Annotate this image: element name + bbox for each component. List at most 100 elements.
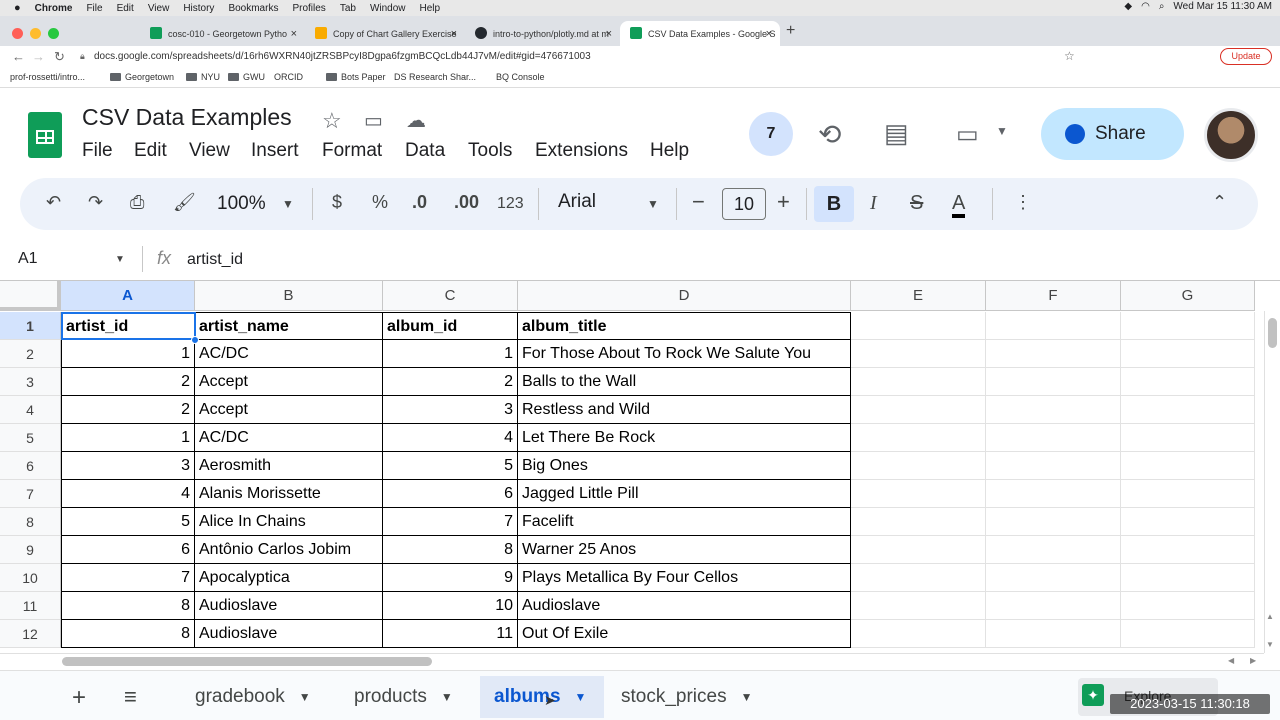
empty-cell[interactable] <box>851 564 986 592</box>
empty-cell[interactable] <box>1121 592 1255 620</box>
menu-tools[interactable]: Tools <box>468 140 512 162</box>
lock-icon[interactable]: 🔒︎ <box>80 51 85 62</box>
empty-cell[interactable] <box>851 452 986 480</box>
strikethrough-button[interactable]: S <box>910 192 923 215</box>
redo-icon[interactable]: ↷ <box>88 192 103 213</box>
empty-cell[interactable] <box>986 508 1121 536</box>
table-cell[interactable]: Facelift <box>518 508 851 536</box>
bookmark-georgetown[interactable]: Georgetown <box>110 72 174 82</box>
star-icon[interactable]: ☆ <box>322 108 342 134</box>
percent-format-button[interactable]: % <box>372 192 388 213</box>
empty-cell[interactable] <box>851 340 986 368</box>
table-cell[interactable]: For Those About To Rock We Salute You <box>518 340 851 368</box>
table-cell[interactable]: Accept <box>195 396 383 424</box>
empty-cell[interactable] <box>986 480 1121 508</box>
sheets-logo-icon[interactable] <box>28 112 62 158</box>
empty-cell[interactable] <box>986 312 1121 340</box>
column-header-c[interactable]: C <box>383 281 518 311</box>
sheet-tab-products[interactable]: products ▼ <box>340 676 467 718</box>
meet-camera-icon[interactable]: ▭ <box>956 120 979 149</box>
bookmark-orcid[interactable]: ORCID <box>274 72 303 82</box>
font-size-input[interactable]: 10 <box>722 188 766 220</box>
table-cell[interactable]: Audioslave <box>195 620 383 648</box>
table-cell[interactable]: Apocalyptica <box>195 564 383 592</box>
increase-font-size-button[interactable]: + <box>777 189 790 215</box>
close-tab-icon[interactable]: × <box>606 28 612 40</box>
menu-view[interactable]: View <box>189 140 230 162</box>
table-cell[interactable]: 4 <box>61 480 195 508</box>
column-header-b[interactable]: B <box>195 281 383 311</box>
mac-menu-window[interactable]: Window <box>370 3 406 14</box>
table-cell[interactable]: Let There Be Rock <box>518 424 851 452</box>
column-header-e[interactable]: E <box>851 281 986 311</box>
sheet-tab-stock-prices[interactable]: stock_prices ▼ <box>607 676 767 718</box>
mac-menu-view[interactable]: View <box>148 3 170 14</box>
table-cell[interactable]: 8 <box>61 620 195 648</box>
table-cell[interactable]: Alanis Morissette <box>195 480 383 508</box>
decrease-decimals-button[interactable]: .0 <box>412 192 427 213</box>
horizontal-scroll-thumb[interactable] <box>62 657 432 666</box>
empty-cell[interactable] <box>986 396 1121 424</box>
bookmark-bots-paper[interactable]: Bots Paper <box>326 72 386 82</box>
row-header[interactable]: 8 <box>0 508 61 536</box>
close-tab-icon[interactable]: × <box>766 28 772 40</box>
table-cell[interactable]: 6 <box>61 536 195 564</box>
scroll-right-icon[interactable]: ▶ <box>1250 656 1256 665</box>
menu-edit[interactable]: Edit <box>134 140 167 162</box>
row-header[interactable]: 5 <box>0 424 61 452</box>
italic-button[interactable]: I <box>870 192 877 215</box>
row-header[interactable]: 12 <box>0 620 61 648</box>
table-cell[interactable]: 3 <box>61 452 195 480</box>
mac-menu-history[interactable]: History <box>183 3 214 14</box>
empty-cell[interactable] <box>986 368 1121 396</box>
empty-cell[interactable] <box>986 424 1121 452</box>
table-cell[interactable]: Aerosmith <box>195 452 383 480</box>
font-family-select[interactable]: Arial <box>558 191 596 213</box>
table-cell[interactable]: 2 <box>61 368 195 396</box>
new-tab-button[interactable]: + <box>786 22 795 40</box>
table-cell[interactable]: Out Of Exile <box>518 620 851 648</box>
menu-file[interactable]: File <box>82 140 113 162</box>
table-cell[interactable]: Balls to the Wall <box>518 368 851 396</box>
column-header-f[interactable]: F <box>986 281 1121 311</box>
sheet-tab-chevron-down-icon[interactable]: ▼ <box>299 690 311 704</box>
sheet-tab-albums[interactable]: albums ▼ <box>480 676 604 718</box>
empty-cell[interactable] <box>986 564 1121 592</box>
browser-tab-chart-gallery[interactable]: Copy of Chart Gallery Exercise × <box>305 21 465 46</box>
table-cell[interactable]: 4 <box>383 424 518 452</box>
menu-extensions[interactable]: Extensions <box>535 140 628 162</box>
sheet-tab-chevron-down-icon[interactable]: ▼ <box>441 690 453 704</box>
sheet-tab-chevron-down-icon[interactable]: ▼ <box>741 690 753 704</box>
row-header[interactable]: 3 <box>0 368 61 396</box>
table-cell[interactable]: 1 <box>61 340 195 368</box>
zoom-window-icon[interactable] <box>48 28 59 39</box>
name-box-chevron-down-icon[interactable]: ▼ <box>115 254 125 265</box>
fill-handle[interactable] <box>191 336 199 344</box>
bookmark-nyu[interactable]: NYU <box>186 72 220 82</box>
empty-cell[interactable] <box>851 368 986 396</box>
apple-icon[interactable]: ● <box>14 2 21 14</box>
increase-decimals-button[interactable]: .00 <box>454 192 479 213</box>
empty-cell[interactable] <box>986 452 1121 480</box>
empty-cell[interactable] <box>851 396 986 424</box>
mac-menu-help[interactable]: Help <box>420 3 441 14</box>
table-cell[interactable]: 7 <box>383 508 518 536</box>
empty-cell[interactable] <box>851 508 986 536</box>
empty-cell[interactable] <box>986 620 1121 648</box>
scroll-down-icon[interactable]: ▼ <box>1266 640 1274 649</box>
number-format-button[interactable]: 123 <box>497 195 524 213</box>
table-cell[interactable]: Audioslave <box>518 592 851 620</box>
table-cell[interactable]: 7 <box>61 564 195 592</box>
table-cell[interactable]: 2 <box>383 368 518 396</box>
avatar[interactable] <box>1204 108 1258 162</box>
mac-menu-bookmarks[interactable]: Bookmarks <box>228 3 278 14</box>
table-cell[interactable]: 11 <box>383 620 518 648</box>
empty-cell[interactable] <box>1121 424 1255 452</box>
empty-cell[interactable] <box>851 312 986 340</box>
browser-tab-cosc[interactable]: cosc-010 - Georgetown Pytho × <box>140 21 305 46</box>
decrease-font-size-button[interactable]: − <box>692 189 705 215</box>
table-cell[interactable]: Accept <box>195 368 383 396</box>
comments-icon[interactable]: ▤ <box>884 118 909 149</box>
add-sheet-button[interactable]: + <box>72 684 86 712</box>
empty-cell[interactable] <box>986 536 1121 564</box>
